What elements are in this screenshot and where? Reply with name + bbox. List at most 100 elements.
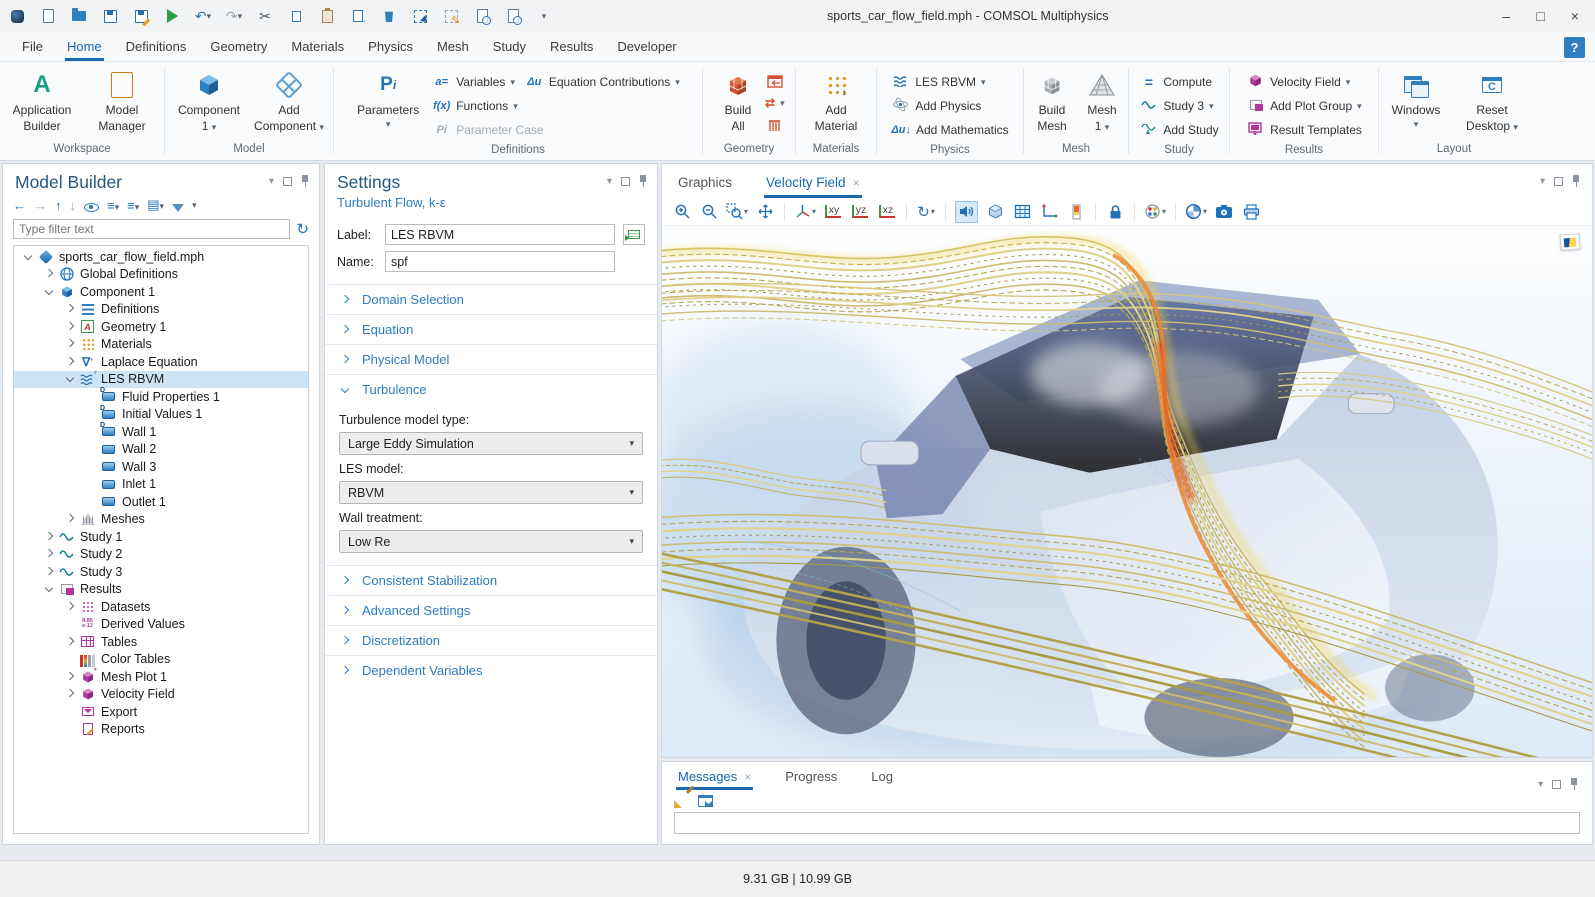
- virtual-operations-icon[interactable]: [765, 114, 785, 136]
- zoom-extents-icon[interactable]: [755, 201, 775, 223]
- tab-mesh[interactable]: Mesh: [425, 33, 481, 61]
- functions-button[interactable]: f(x) Functions ▾: [427, 94, 685, 118]
- tab-geometry[interactable]: Geometry: [198, 33, 279, 61]
- filter-icon[interactable]: [172, 204, 184, 212]
- zoom-in-icon[interactable]: [672, 201, 692, 223]
- build-mesh-button[interactable]: Build Mesh: [1027, 65, 1077, 141]
- model-manager-button[interactable]: Model Manager: [83, 65, 161, 141]
- delete-button[interactable]: [380, 7, 398, 25]
- name-field-input[interactable]: [385, 251, 615, 272]
- tab-materials[interactable]: Materials: [279, 33, 356, 61]
- select-box-button[interactable]: [411, 7, 429, 25]
- tree-filter-input[interactable]: [13, 219, 290, 239]
- mesh-1-button[interactable]: Mesh 1 ▾: [1079, 65, 1125, 141]
- section-discretization[interactable]: Discretization: [325, 625, 657, 655]
- physics-interface-button[interactable]: LES RBVM ▾: [886, 70, 1013, 94]
- cut-button[interactable]: ✂: [256, 7, 274, 25]
- tree-item-datasets[interactable]: Datasets: [14, 598, 308, 616]
- show-icon[interactable]: [84, 203, 99, 212]
- section-consistent-stabilization[interactable]: Consistent Stabilization: [325, 565, 657, 595]
- collapse-all-icon[interactable]: ≡▾: [127, 198, 139, 213]
- scene-light-icon[interactable]: ▾: [1185, 201, 1207, 223]
- tab-definitions[interactable]: Definitions: [114, 33, 199, 61]
- section-domain-selection[interactable]: Domain Selection: [325, 284, 657, 314]
- panel-menu-icon[interactable]: ▾: [607, 176, 612, 187]
- graphics-viewport[interactable]: [662, 226, 1592, 757]
- pin-panel-icon[interactable]: [1572, 175, 1580, 187]
- tree-item-wall-1[interactable]: DWall 1: [14, 423, 308, 441]
- panel-menu-icon[interactable]: ▾: [269, 176, 274, 187]
- add-component-button[interactable]: Add Component ▾: [250, 65, 328, 141]
- paste-button[interactable]: [318, 7, 336, 25]
- refresh-icon[interactable]: ↻: [296, 220, 309, 238]
- variables-button[interactable]: a= Variables ▾: [427, 70, 520, 94]
- messages-output[interactable]: [674, 812, 1580, 834]
- forward-icon[interactable]: →: [34, 198, 47, 213]
- view-xz-icon[interactable]: xz: [877, 201, 897, 223]
- section-physical-model[interactable]: Physical Model: [325, 344, 657, 374]
- add-physics-button[interactable]: Add Physics: [886, 94, 1013, 118]
- help-button[interactable]: ?: [1564, 37, 1585, 58]
- tree-item-velocity-field[interactable]: Velocity Field: [14, 686, 308, 704]
- log-tab[interactable]: Log: [869, 765, 895, 790]
- maximize-button[interactable]: □: [1536, 8, 1544, 24]
- tree-item-study-2[interactable]: Study 2: [14, 546, 308, 564]
- save-button[interactable]: [101, 7, 119, 25]
- messages-tab[interactable]: Messages×: [676, 765, 753, 790]
- tree-item-geometry-1[interactable]: AGeometry 1: [14, 318, 308, 336]
- windows-button[interactable]: Windows ▾: [1379, 65, 1453, 141]
- rebuild-button[interactable]: ⇄▾: [765, 95, 785, 111]
- add-study-button[interactable]: Add Study: [1134, 118, 1223, 142]
- tree-item-study-1[interactable]: Study 1: [14, 528, 308, 546]
- color-palette-icon[interactable]: ▾: [1144, 201, 1166, 223]
- tree-item-study-3[interactable]: Study 3: [14, 563, 308, 581]
- close-tab-icon[interactable]: ×: [744, 770, 751, 784]
- undo-button[interactable]: ↶▾: [194, 7, 212, 25]
- tree-item-laplace-equation[interactable]: ∇*Laplace Equation: [14, 353, 308, 371]
- tree-item-inlet-1[interactable]: Inlet 1: [14, 476, 308, 494]
- minimize-button[interactable]: –: [1503, 8, 1511, 24]
- add-material-button[interactable]: ↓ Add Material: [801, 65, 871, 141]
- section-dependent-variables[interactable]: Dependent Variables: [325, 655, 657, 685]
- tree-item-fluid-properties-1[interactable]: DFluid Properties 1: [14, 388, 308, 406]
- tree-item-tables[interactable]: Tables: [14, 633, 308, 651]
- tree-item-reports[interactable]: Reports: [14, 721, 308, 739]
- tree-item-export[interactable]: Export: [14, 703, 308, 721]
- float-panel-icon[interactable]: [1552, 780, 1561, 789]
- lock-icon[interactable]: [1105, 201, 1125, 223]
- velocity-field-tab[interactable]: Velocity Field×: [764, 169, 862, 198]
- tree-item-mesh-plot-1[interactable]: *Mesh Plot 1: [14, 668, 308, 686]
- add-mathematics-button[interactable]: Δu↓ Add Mathematics: [886, 118, 1013, 142]
- wall-treatment-select[interactable]: Low Re▾: [339, 530, 643, 553]
- save-as-button[interactable]: [132, 7, 150, 25]
- progress-tab[interactable]: Progress: [783, 765, 839, 790]
- label-selection-button[interactable]: ✎: [442, 7, 460, 25]
- tab-file[interactable]: File: [10, 33, 55, 61]
- component-1-button[interactable]: Component 1 ▾: [170, 65, 248, 141]
- view-yz-icon[interactable]: yz: [850, 201, 870, 223]
- tree-item-initial-values-1[interactable]: DInitial Values 1: [14, 406, 308, 424]
- equation-contributions-button[interactable]: Δu Equation Contributions ▾: [520, 70, 685, 94]
- tree-item-outlet-1[interactable]: Outlet 1: [14, 493, 308, 511]
- close-button[interactable]: ×: [1571, 8, 1579, 24]
- pin-panel-icon[interactable]: [301, 175, 309, 187]
- run-button[interactable]: [163, 7, 181, 25]
- float-panel-icon[interactable]: [1554, 177, 1563, 186]
- open-file-button[interactable]: [70, 7, 88, 25]
- tree-item-definitions[interactable]: Definitions: [14, 301, 308, 319]
- open-messages-window-icon[interactable]: [698, 795, 713, 807]
- tree-item-derived-values[interactable]: 8.85e-12Derived Values: [14, 616, 308, 634]
- copy-button[interactable]: [287, 7, 305, 25]
- tree-item-materials[interactable]: Materials: [14, 336, 308, 354]
- label-field-input[interactable]: [385, 224, 615, 245]
- tree-item-results[interactable]: Results: [14, 581, 308, 599]
- panel-menu-icon[interactable]: ▾: [1538, 779, 1543, 790]
- redo-button[interactable]: ↷▾: [225, 7, 243, 25]
- color-legend-icon[interactable]: [1066, 201, 1086, 223]
- close-tab-icon[interactable]: ×: [853, 176, 860, 190]
- tree-item-wall-2[interactable]: Wall 2: [14, 441, 308, 459]
- build-all-button[interactable]: Build All: [713, 65, 763, 141]
- parameters-button[interactable]: Pi Parameters ▾: [351, 65, 425, 142]
- float-panel-icon[interactable]: [283, 177, 292, 186]
- tab-physics[interactable]: Physics: [356, 33, 425, 61]
